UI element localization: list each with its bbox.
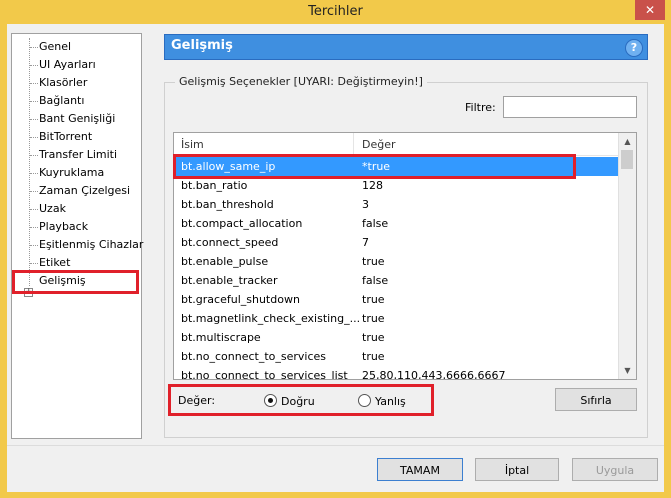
tree-item-transfer-limiti[interactable]: Transfer Limiti (39, 146, 117, 164)
table-row[interactable]: bt.connect_speed 7 (174, 233, 620, 252)
list-header: İsim Değer (174, 133, 620, 156)
row-name: bt.graceful_shutdown (181, 293, 300, 306)
row-name: bt.ban_threshold (181, 198, 274, 211)
tree-connector (30, 173, 38, 174)
tree-connector (30, 47, 38, 48)
tree-connector (30, 245, 38, 246)
ok-button[interactable]: TAMAM (377, 458, 463, 481)
scroll-up-icon[interactable]: ▲ (619, 133, 636, 150)
tree-item-esitlenmis-cihazlar[interactable]: Eşitlenmiş Cihazlar (39, 236, 143, 254)
category-tree[interactable]: Genel UI Ayarları Klasörler Bağlantı Ban… (11, 33, 143, 439)
preferences-dialog: Genel UI Ayarları Klasörler Bağlantı Ban… (7, 24, 664, 492)
scroll-thumb[interactable] (621, 150, 633, 169)
table-row[interactable]: bt.ban_threshold 3 (174, 195, 620, 214)
tree-item-ui-ayarlari[interactable]: UI Ayarları (39, 56, 96, 74)
list-scrollbar[interactable]: ▲ ▼ (618, 133, 636, 379)
panel-header: Gelişmiş ? (164, 34, 648, 60)
row-name: bt.enable_tracker (181, 274, 278, 287)
tree-connector (30, 101, 38, 102)
tree-item-klasorler[interactable]: Klasörler (39, 74, 87, 92)
tree-item-genel[interactable]: Genel (39, 38, 71, 56)
row-value: true (362, 331, 385, 344)
row-value: true (362, 350, 385, 363)
row-value: true (362, 255, 385, 268)
tree-guide-line (29, 38, 30, 286)
window-title: Tercihler (308, 4, 363, 19)
filter-label: Filtre: (465, 101, 496, 114)
table-row[interactable]: bt.compact_allocation false (174, 214, 620, 233)
tree-connector (30, 227, 38, 228)
tree-connector (30, 137, 38, 138)
panel-title: Gelişmiş (171, 38, 233, 53)
tree-connector (30, 209, 38, 210)
tree-connector (30, 191, 38, 192)
row-value: 3 (362, 198, 369, 211)
tree-connector (30, 119, 38, 120)
row-value: true (362, 293, 385, 306)
table-row[interactable]: bt.no_connect_to_services_list 25,80,110… (174, 366, 620, 380)
reset-button[interactable]: Sıfırla (555, 388, 637, 411)
close-icon: ✕ (644, 3, 656, 17)
help-icon[interactable]: ? (625, 39, 643, 57)
tree-item-uzak[interactable]: Uzak (39, 200, 66, 218)
tree-item-baglanti[interactable]: Bağlantı (39, 92, 84, 110)
row-name: bt.multiscrape (181, 331, 261, 344)
row-value: true (362, 312, 385, 325)
close-button[interactable]: ✕ (635, 0, 665, 20)
table-row[interactable]: bt.magnetlink_check_existing_... true (174, 309, 620, 328)
row-name: bt.no_connect_to_services (181, 350, 327, 363)
column-header-value[interactable]: Değer (362, 138, 396, 151)
title-bar: Tercihler (0, 0, 671, 24)
highlight-selected-row (173, 154, 576, 179)
tree-connector (30, 263, 38, 264)
table-row[interactable]: bt.enable_pulse true (174, 252, 620, 271)
row-value: 7 (362, 236, 369, 249)
tree-item-bant-genisligi[interactable]: Bant Genişliği (39, 110, 115, 128)
tree-connector (30, 155, 38, 156)
table-row[interactable]: bt.enable_tracker false (174, 271, 620, 290)
group-legend: Gelişmiş Seçenekler [UYARI: Değiştirmeyi… (175, 75, 427, 88)
tree-item-zaman-cizelgesi[interactable]: Zaman Çizelgesi (39, 182, 130, 200)
filter-input[interactable] (503, 96, 637, 118)
apply-button[interactable]: Uygula (572, 458, 658, 481)
table-row[interactable]: bt.multiscrape true (174, 328, 620, 347)
row-name: bt.compact_allocation (181, 217, 303, 230)
highlight-gelismis (12, 270, 139, 294)
row-value: false (362, 274, 389, 287)
tree-item-bittorrent[interactable]: BitTorrent (39, 128, 92, 146)
row-name: bt.enable_pulse (181, 255, 269, 268)
column-separator[interactable] (353, 133, 354, 155)
table-row[interactable]: bt.graceful_shutdown true (174, 290, 620, 309)
cancel-button[interactable]: İptal (475, 458, 559, 481)
row-name: bt.magnetlink_check_existing_... (181, 312, 361, 325)
scroll-down-icon[interactable]: ▼ (619, 362, 636, 379)
tree-connector (30, 83, 38, 84)
button-bar (7, 445, 664, 492)
tree-item-kuyruklama[interactable]: Kuyruklama (39, 164, 104, 182)
row-name: bt.connect_speed (181, 236, 279, 249)
column-header-name[interactable]: İsim (181, 138, 204, 151)
highlight-value-editor (168, 384, 434, 416)
row-value: 25,80,110,443,6666,6667 (362, 369, 506, 380)
table-row[interactable]: bt.no_connect_to_services true (174, 347, 620, 366)
tree-item-playback[interactable]: Playback (39, 218, 88, 236)
tree-connector (30, 65, 38, 66)
row-value: false (362, 217, 389, 230)
row-name: bt.no_connect_to_services_list (181, 369, 348, 380)
